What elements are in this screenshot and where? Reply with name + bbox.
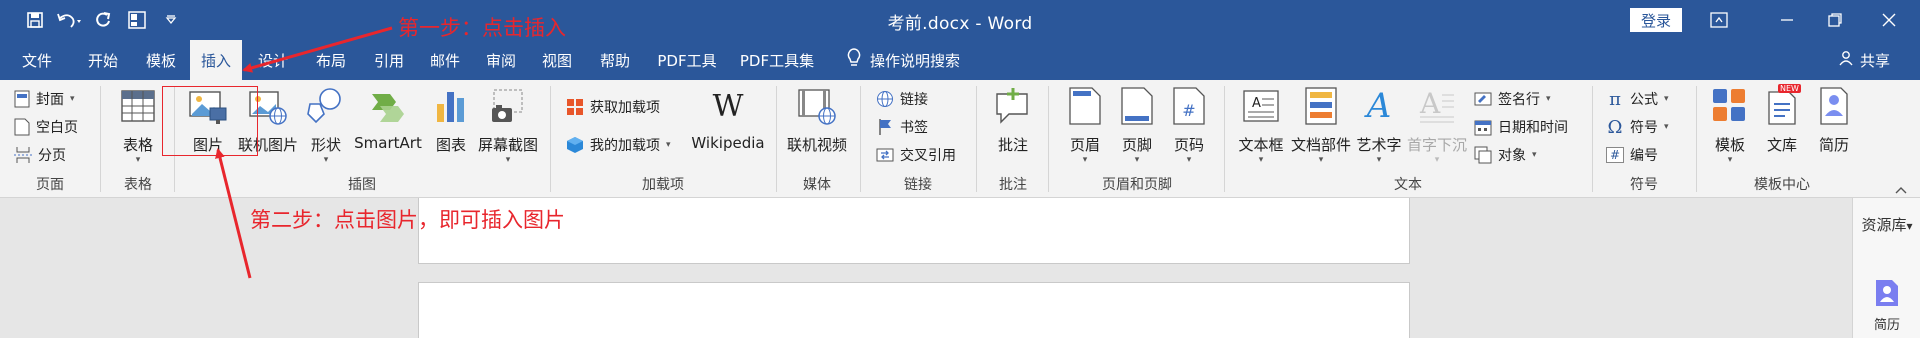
arrow-to-insert-tab [242,26,393,73]
annotation-arrows [215,26,393,279]
word-window: 考前.docx - Word 登录 文件 开始 模板 插入 设计 布局 引用 邮… [0,0,1920,338]
arrow-to-picture-button [215,148,252,279]
